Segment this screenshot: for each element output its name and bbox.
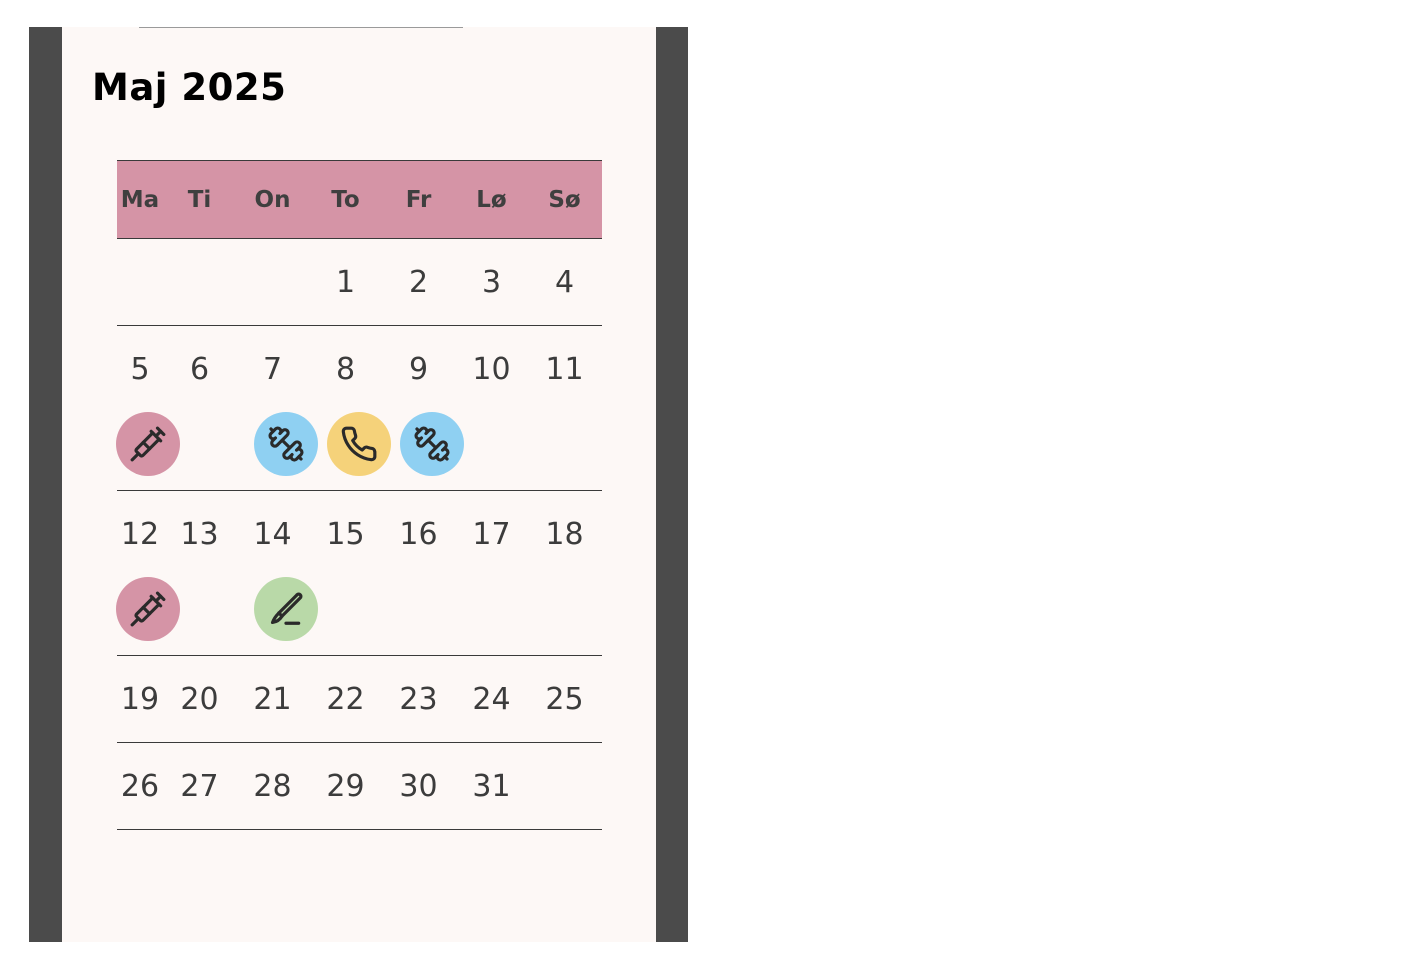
weekday-thursday: To — [331, 186, 360, 213]
event-row — [116, 577, 602, 655]
day-cell[interactable]: 6 — [163, 352, 236, 387]
event-row — [116, 412, 602, 490]
day-cell[interactable]: 24 — [455, 682, 528, 717]
day-cell[interactable]: 5 — [117, 352, 163, 387]
week-row: 19 20 21 22 23 24 25 — [117, 656, 602, 743]
day-cell[interactable]: 12 — [117, 517, 163, 552]
day-cell[interactable]: 16 — [382, 517, 455, 552]
day-cell[interactable]: 2 — [382, 265, 455, 300]
scalpel-icon — [270, 592, 303, 625]
syringe-event[interactable] — [116, 412, 180, 476]
day-cell[interactable]: 7 — [236, 352, 309, 387]
day-cell[interactable]: 22 — [309, 682, 382, 717]
month-title: Maj 2025 — [92, 66, 287, 109]
dumbbell-event[interactable] — [254, 412, 318, 476]
day-cell[interactable]: 28 — [236, 769, 309, 804]
day-cell[interactable]: 10 — [455, 352, 528, 387]
dumbbell-icon — [268, 426, 304, 462]
syringe-event[interactable] — [116, 577, 180, 641]
dumbbell-icon — [414, 426, 450, 462]
week-row: 12 13 14 15 16 17 18 — [116, 491, 602, 656]
day-cell[interactable]: 20 — [163, 682, 236, 717]
day-cell[interactable]: 11 — [528, 352, 601, 387]
weekday-friday: Fr — [405, 186, 432, 213]
dumbbell-event[interactable] — [400, 412, 464, 476]
day-cell[interactable]: 8 — [309, 352, 382, 387]
weekday-tuesday: Ti — [187, 186, 212, 213]
day-cell[interactable]: 14 — [236, 517, 309, 552]
syringe-icon — [130, 426, 166, 462]
day-cell[interactable]: 18 — [528, 517, 601, 552]
day-cell[interactable]: 23 — [382, 682, 455, 717]
day-cell[interactable]: 3 — [455, 265, 528, 300]
day-cell[interactable]: 26 — [117, 769, 163, 804]
day-cell[interactable]: 27 — [163, 769, 236, 804]
calendar-grid: Ma Ti On To Fr Lø Sø 1 2 3 4 5 6 7 8 9 1… — [116, 160, 602, 830]
weekday-wednesday: On — [254, 186, 291, 213]
week-row: 5 6 7 8 9 10 11 — [116, 326, 602, 491]
day-cell[interactable]: 15 — [309, 517, 382, 552]
week-row: 26 27 28 29 30 31 — [117, 743, 602, 830]
weekday-monday: Ma — [120, 186, 160, 213]
top-divider — [139, 27, 463, 28]
weekday-sunday: Sø — [548, 186, 581, 213]
day-cell[interactable]: 19 — [117, 682, 163, 717]
day-cell[interactable]: 30 — [382, 769, 455, 804]
day-cell[interactable]: 13 — [163, 517, 236, 552]
day-cell[interactable]: 1 — [309, 265, 382, 300]
phone-icon — [341, 426, 377, 462]
day-cell[interactable]: 29 — [309, 769, 382, 804]
day-cell[interactable]: 17 — [455, 517, 528, 552]
week-row: 1 2 3 4 — [117, 239, 602, 326]
day-cell[interactable]: 9 — [382, 352, 455, 387]
phone-event[interactable] — [327, 412, 391, 476]
weekday-header: Ma Ti On To Fr Lø Sø — [117, 160, 602, 239]
day-cell[interactable]: 21 — [236, 682, 309, 717]
weekday-saturday: Lø — [476, 186, 507, 213]
day-cell[interactable]: 31 — [455, 769, 528, 804]
syringe-icon — [130, 591, 166, 627]
scalpel-event[interactable] — [254, 577, 318, 641]
day-cell[interactable]: 4 — [528, 265, 601, 300]
day-cell[interactable]: 25 — [528, 682, 601, 717]
